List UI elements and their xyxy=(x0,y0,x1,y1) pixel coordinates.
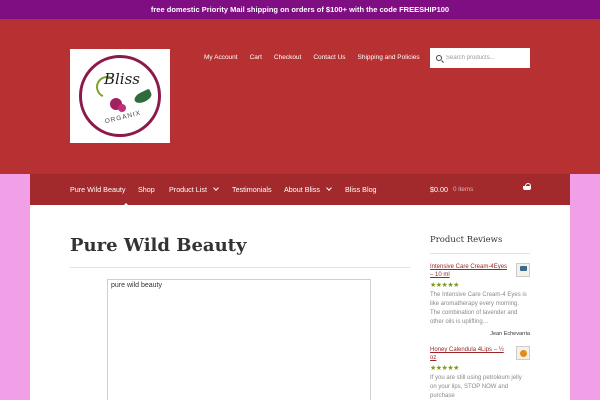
review-item: Honey Calendula 4Lips – ½ oz ★★★★★ If yo… xyxy=(430,346,530,400)
nav-link-checkout[interactable]: Checkout xyxy=(274,54,301,61)
star-rating: ★★★★★ xyxy=(430,282,459,290)
nav-item-label: Pure Wild Beauty xyxy=(70,185,126,194)
nav-link-contact-us[interactable]: Contact Us xyxy=(313,54,345,61)
embedded-frame[interactable]: pure wild beauty xyxy=(107,279,371,400)
review-product-link[interactable]: Honey Calendula 4Lips – ½ oz xyxy=(430,346,510,362)
nav-item-pure-wild-beauty[interactable]: Pure Wild Beauty xyxy=(70,185,126,194)
review-author: Jean Echevarria xyxy=(490,331,530,338)
promo-banner: free domestic Priority Mail shipping on … xyxy=(0,0,600,19)
page-content: Pure Wild Beauty pure wild beauty Produc… xyxy=(30,205,570,400)
review-item: Intensive Care Cream-4Eyes – 10 ml ★★★★★… xyxy=(430,263,530,337)
nav-item-product-list[interactable]: Product List xyxy=(169,185,219,194)
nav-link-cart[interactable]: Cart xyxy=(250,54,262,61)
star-rating: ★★★★★ xyxy=(430,365,459,373)
nav-item-bliss-blog[interactable]: Bliss Blog xyxy=(345,185,377,194)
logo-flower-icon xyxy=(118,104,126,112)
cart-total: $0.00 xyxy=(430,185,448,194)
site-header: Bliss ORGANIX My Account Cart Checkout C… xyxy=(0,19,600,174)
widget-title-product-reviews: Product Reviews xyxy=(430,235,530,254)
nav-item-label: About Bliss xyxy=(284,185,320,194)
nav-item-label: Shop xyxy=(138,185,155,194)
logo-ring: Bliss ORGANIX xyxy=(79,55,161,137)
review-product-link[interactable]: Intensive Care Cream-4Eyes – 10 ml xyxy=(430,263,510,279)
nav-item-label: Bliss Blog xyxy=(345,185,377,194)
nav-item-label: Product List xyxy=(169,185,207,194)
nav-link-my-account[interactable]: My Account xyxy=(204,54,238,61)
chevron-down-icon xyxy=(326,185,332,191)
search-input[interactable] xyxy=(446,55,526,61)
nav-item-label: Testimonials xyxy=(232,185,272,194)
search-icon xyxy=(436,55,442,61)
product-thumbnail[interactable] xyxy=(516,346,530,361)
hummingbird-icon xyxy=(132,88,154,106)
site-logo[interactable]: Bliss ORGANIX xyxy=(70,49,170,143)
title-divider xyxy=(70,267,410,268)
nav-item-shop[interactable]: Shop xyxy=(138,185,155,194)
cart-count: 0 items xyxy=(453,186,474,193)
nav-item-testimonials[interactable]: Testimonials xyxy=(232,185,272,194)
frame-label: pure wild beauty xyxy=(111,282,162,289)
header-cart[interactable]: $0.00 0 items xyxy=(430,183,531,194)
logo-wordmark: Bliss xyxy=(103,70,140,88)
sidebar: Product Reviews Intensive Care Cream-4Ey… xyxy=(430,235,530,400)
chevron-down-icon xyxy=(213,185,219,191)
shopping-basket-icon xyxy=(523,183,531,191)
nav-item-about-bliss[interactable]: About Bliss xyxy=(284,185,332,194)
product-thumbnail[interactable] xyxy=(516,263,530,277)
product-search xyxy=(430,48,530,68)
nav-link-shipping-policies[interactable]: Shipping and Policies xyxy=(358,54,420,61)
review-excerpt: If you are still using petroleum jelly o… xyxy=(430,375,522,400)
secondary-navigation: My Account Cart Checkout Contact Us Ship… xyxy=(204,54,432,61)
page-title: Pure Wild Beauty xyxy=(70,235,247,256)
review-excerpt: The Intensive Care Cream-4 Eyes is like … xyxy=(430,292,527,326)
primary-navigation: Pure Wild Beauty Shop Product List Testi… xyxy=(30,174,570,208)
